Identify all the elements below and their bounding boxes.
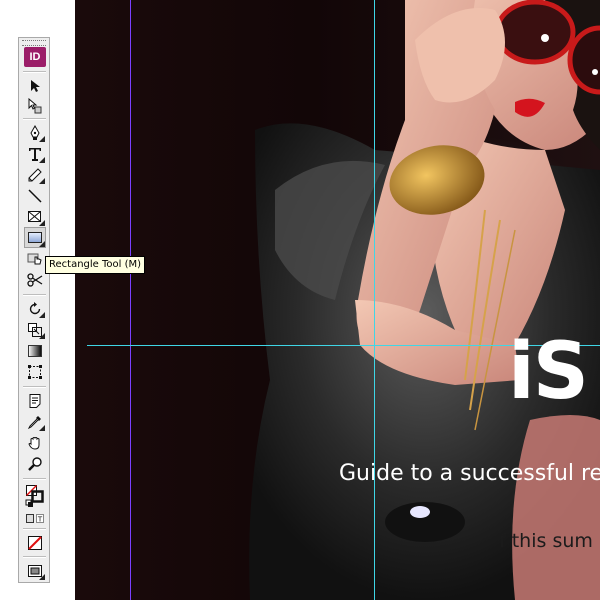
note-tool[interactable] [25, 391, 45, 410]
zoom-icon [28, 456, 42, 471]
subline-text: f this sum [499, 530, 593, 552]
headline-logo: iS [508, 327, 589, 417]
document-canvas[interactable]: iS Guide to a successful re f this sum [75, 0, 600, 600]
hand-arrow-icon [28, 97, 42, 113]
svg-text:T: T [37, 516, 43, 524]
rotate-tool[interactable] [25, 299, 45, 318]
vertical-guide-center[interactable] [374, 0, 375, 600]
line-tool[interactable] [25, 186, 45, 205]
separator [23, 556, 46, 558]
model-photo [249, 0, 600, 600]
rectangle-frame-tool[interactable] [25, 207, 45, 226]
note-icon [29, 393, 41, 408]
view-mode[interactable] [25, 561, 45, 580]
selection-tool[interactable] [25, 76, 45, 95]
hand-cursor-icon [27, 253, 42, 264]
separator [23, 71, 46, 73]
scissors-tool[interactable] [25, 270, 45, 289]
vertical-guide-margin[interactable] [130, 0, 131, 600]
panel-grip[interactable] [22, 40, 46, 46]
pencil-tool[interactable] [25, 165, 45, 184]
apply-none[interactable] [25, 533, 45, 552]
separator [23, 528, 46, 530]
formatting-affects[interactable]: T [25, 512, 45, 525]
hand-icon [28, 436, 40, 450]
rectangle-tool[interactable] [24, 227, 46, 248]
separator [23, 478, 46, 480]
direct-selection-tool[interactable] [25, 96, 45, 115]
separator [23, 294, 46, 296]
formatting-icon: T [26, 514, 44, 524]
pen-tool[interactable] [25, 123, 45, 142]
scissors-icon [27, 272, 43, 287]
separator [23, 118, 46, 120]
scale-tool[interactable] [25, 320, 45, 339]
gradient-icon [28, 344, 42, 357]
app-badge: ID [24, 47, 46, 67]
free-transform-tool[interactable] [25, 362, 45, 381]
tagline-text: Guide to a successful re [339, 461, 600, 486]
fill-stroke-icon [25, 485, 44, 507]
tool-tooltip: Rectangle Tool (M) [45, 256, 146, 274]
fill-stroke-swatch[interactable] [25, 483, 45, 509]
hand-tool[interactable] [25, 433, 45, 452]
arrow-icon [31, 79, 40, 92]
button-tool[interactable] [25, 249, 45, 268]
transform-icon [28, 364, 42, 379]
tools-panel: ID T [18, 37, 50, 583]
none-icon [28, 535, 42, 550]
type-tool[interactable] [25, 144, 45, 163]
eyedropper-tool[interactable] [25, 412, 45, 431]
separator [23, 386, 46, 388]
zoom-tool[interactable] [25, 454, 45, 473]
line-icon [28, 188, 42, 203]
gradient-tool[interactable] [25, 341, 45, 360]
